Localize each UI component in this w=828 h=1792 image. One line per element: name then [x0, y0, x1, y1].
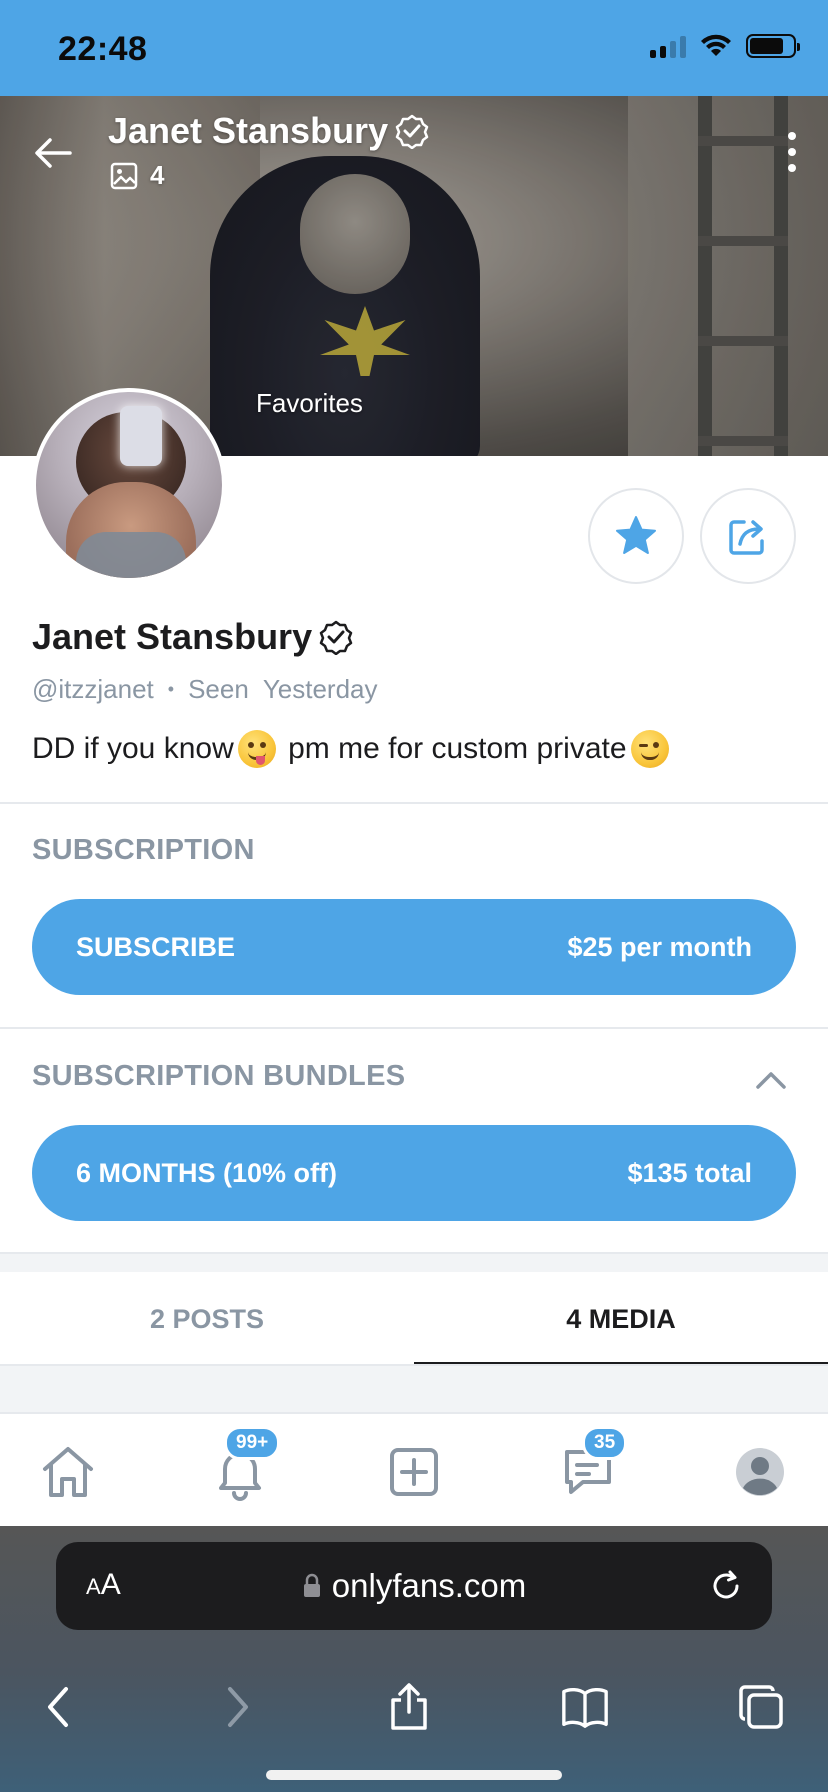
chevron-right-icon	[228, 1687, 248, 1727]
more-options-icon[interactable]	[786, 132, 798, 172]
share-button[interactable]	[700, 488, 796, 584]
share-icon	[729, 520, 764, 555]
home-icon	[43, 1447, 93, 1497]
notifications-badge: 99+	[224, 1426, 281, 1460]
status-icons	[650, 34, 800, 58]
status-time: 22:48	[58, 30, 148, 68]
nav-notifications[interactable]: 99+	[208, 1426, 281, 1504]
bundles-section-label: SUBSCRIPTION BUNDLES	[32, 1060, 406, 1092]
reload-icon[interactable]	[706, 1566, 746, 1606]
favorite-button[interactable]	[588, 488, 684, 584]
home-indicator	[266, 1770, 562, 1780]
cellular-signal-icon	[650, 34, 686, 58]
nav-messages[interactable]: 35	[556, 1426, 628, 1504]
bundle-price: $135 total	[627, 1157, 752, 1188]
header-title-text: Janet Stansbury	[108, 110, 389, 151]
address-bar[interactable]: AA onlyfans.com	[56, 1542, 772, 1630]
nav-profile[interactable]	[728, 1440, 792, 1504]
nav-add-post[interactable]	[382, 1440, 446, 1504]
header-media-count: 4	[110, 160, 164, 191]
bio-text-part1: DD if you know	[32, 732, 234, 765]
add-square-icon	[390, 1448, 438, 1496]
wink-emoji-icon	[630, 730, 669, 768]
last-seen-label: Seen	[188, 674, 249, 704]
status-bar: 22:48	[0, 0, 828, 96]
browser-share-button[interactable]	[384, 1682, 434, 1732]
book-icon	[562, 1688, 608, 1728]
separator-dot: •	[167, 679, 175, 699]
subscribe-price: $25 per month	[567, 931, 752, 962]
wifi-icon	[701, 34, 731, 56]
url-display[interactable]: onlyfans.com	[56, 1567, 772, 1605]
browser-tabs-button[interactable]	[736, 1682, 786, 1732]
url-text: onlyfans.com	[331, 1567, 527, 1604]
subscribe-button[interactable]: SUBSCRIBE $25 per month	[32, 899, 796, 995]
bio-text-part2: pm me for custom private	[279, 732, 627, 765]
profile-name-text: Janet Stansbury	[32, 616, 313, 657]
divider	[0, 802, 828, 804]
bundle-button[interactable]: 6 MONTHS (10% off) $135 total	[32, 1125, 796, 1221]
profile-handle: @itzzjanet	[32, 674, 154, 704]
profile-name: Janet Stansbury	[32, 616, 354, 658]
content-tabs: 2 POSTS 4 MEDIA	[0, 1272, 828, 1366]
battery-icon	[746, 34, 800, 58]
subscription-section-label: SUBSCRIPTION	[32, 834, 255, 866]
profile-avatar-icon	[736, 1448, 784, 1496]
share-upload-icon	[391, 1683, 427, 1730]
verified-badge-icon	[395, 114, 429, 149]
browser-chrome: AA onlyfans.com	[0, 1526, 828, 1792]
cover-favorites-label: Favorites	[256, 388, 363, 418]
nav-home[interactable]	[36, 1440, 100, 1504]
divider	[0, 1027, 828, 1029]
back-arrow-icon[interactable]	[30, 130, 76, 176]
messages-badge: 35	[582, 1426, 628, 1460]
browser-toolbar	[0, 1652, 828, 1752]
yum-emoji-icon	[237, 730, 276, 768]
section-gap	[0, 1254, 828, 1272]
browser-bookmarks-button[interactable]	[560, 1682, 610, 1732]
last-seen-value: Yesterday	[262, 674, 378, 704]
tab-posts[interactable]: 2 POSTS	[0, 1272, 414, 1366]
bottom-navigation: 99+ 35	[0, 1412, 828, 1526]
profile-meta: @itzzjanet • Seen Yesterday	[32, 674, 378, 705]
bundle-label: 6 MONTHS (10% off)	[76, 1157, 338, 1188]
content-area	[0, 1366, 828, 1412]
chevron-left-icon	[48, 1687, 68, 1727]
header-title: Janet Stansbury	[108, 110, 430, 152]
subscribe-button-label: SUBSCRIBE	[76, 931, 236, 962]
tabs-icon	[739, 1685, 783, 1729]
tab-media[interactable]: 4 MEDIA	[414, 1272, 828, 1366]
lock-icon	[303, 1573, 320, 1597]
image-icon	[110, 162, 138, 189]
browser-forward-button[interactable]	[212, 1682, 262, 1732]
profile-bio: DD if you know pm me for custom private	[32, 730, 669, 768]
media-count-text: 4	[150, 160, 165, 190]
avatar[interactable]	[32, 388, 226, 582]
verified-badge-icon	[319, 620, 353, 655]
star-icon	[616, 516, 656, 554]
browser-back-button[interactable]	[34, 1682, 84, 1732]
chevron-up-icon[interactable]	[754, 1063, 788, 1097]
